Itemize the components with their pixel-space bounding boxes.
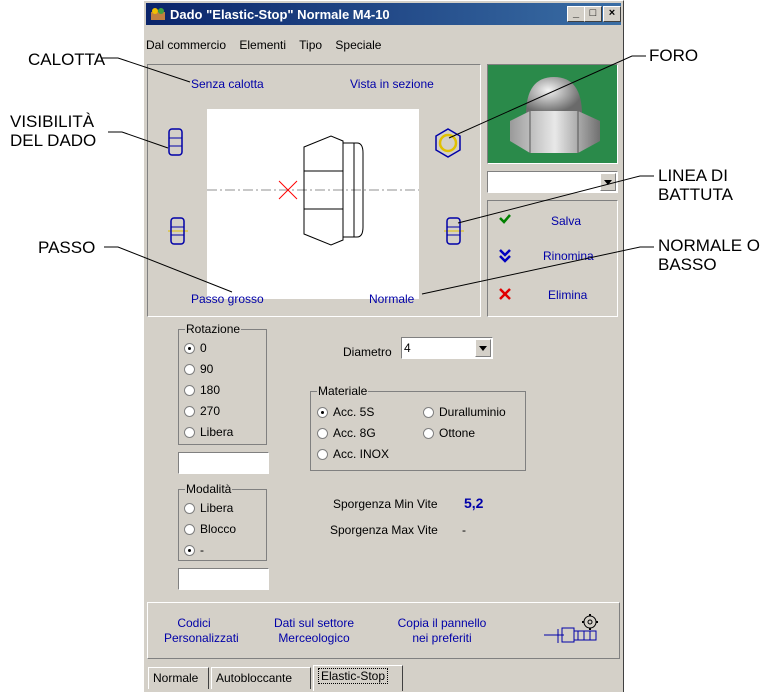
callout-leaders	[102, 55, 654, 295]
